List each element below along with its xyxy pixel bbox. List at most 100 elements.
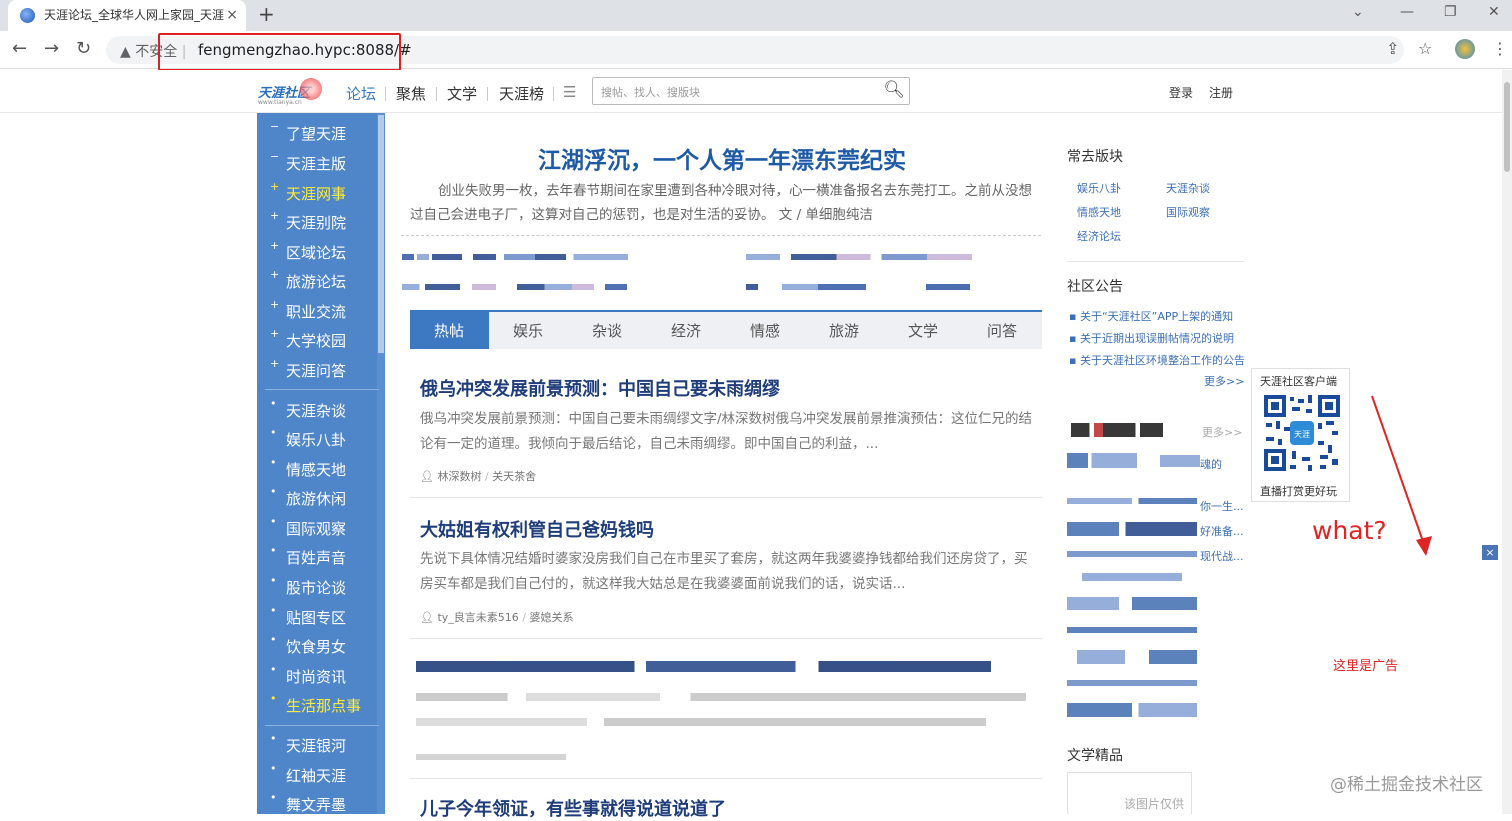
app-qr-widget[interactable]: 天涯社区客户端 天涯 直播打赏更好玩 (1251, 368, 1350, 502)
dashed-divider (401, 235, 1041, 236)
tab-search-chevron-icon[interactable]: ⌄ (1352, 4, 1364, 20)
article-title[interactable]: 大姑姐有权利管自己爸妈钱吗 (420, 516, 654, 542)
frequent-board-link[interactable]: 娱乐八卦 (1077, 180, 1121, 196)
sidebar-item-highlight[interactable]: + 天涯网事 (270, 180, 346, 204)
partial-link[interactable]: 好准备... (1200, 523, 1244, 539)
notice-more-link[interactable]: 更多>> (1204, 373, 1244, 389)
frequent-boards-title: 常去版块 (1067, 149, 1123, 165)
frequent-board-link[interactable]: 经济论坛 (1077, 228, 1121, 244)
sidebar-item[interactable]: • 红袖天涯 (270, 762, 347, 786)
nav-literature[interactable]: 文学 (447, 83, 477, 104)
tab-hot[interactable]: 热帖 (434, 320, 464, 341)
frequent-board-link[interactable]: 国际观察 (1166, 204, 1210, 220)
page-scrollbar[interactable] (1502, 70, 1512, 814)
article-author[interactable]: ty_良言未素516 (437, 611, 518, 624)
back-icon[interactable]: ← (12, 38, 27, 59)
browser-tab-bar: 天涯论坛_全球华人网上家园_天涯 × + ⌄ — ❐ ✕ (0, 0, 1512, 31)
minimize-icon[interactable]: — (1400, 4, 1414, 20)
scrollbar-thumb[interactable] (1504, 82, 1510, 172)
hamburger-menu-icon[interactable]: ☰ (563, 83, 576, 101)
register-link[interactable]: 注册 (1209, 84, 1233, 101)
more-link[interactable]: 更多>> (1202, 424, 1242, 440)
sidebar-item-highlight[interactable]: • 生活那点事 (270, 692, 361, 716)
sidebar-item[interactable]: • 国际观察 (270, 515, 347, 539)
sidebar-item[interactable]: + 天涯别院 (270, 209, 346, 233)
share-icon[interactable]: ⇪ (1386, 39, 1399, 58)
nav-focus[interactable]: 聚焦 (396, 83, 426, 104)
search-icon[interactable]: 🔍︎ (883, 80, 905, 100)
site-header: 天涯社区 www.tianya.cn 论坛 聚焦 文学 天涯榜 ☰ 搜帖、找人、… (0, 70, 1502, 113)
login-link[interactable]: 登录 (1169, 84, 1193, 101)
tab-qa[interactable]: 问答 (987, 320, 1017, 341)
sidebar-item[interactable]: • 饮食男女 (270, 633, 346, 657)
sidebar-item[interactable]: + 区域论坛 (270, 239, 346, 263)
notice-item[interactable]: ▪ 关于近期出现误删帖情况的说明 (1069, 330, 1244, 346)
sidebar-item[interactable]: + 大学校园 (270, 327, 346, 351)
sidebar-item-label: 国际观察 (286, 520, 347, 538)
sidebar-item[interactable]: • 股市论谈 (270, 574, 346, 598)
tab-travel[interactable]: 旅游 (829, 320, 859, 341)
partial-link[interactable]: 你一生... (1200, 498, 1244, 514)
sidebar-item[interactable]: • 情感天地 (270, 456, 347, 480)
notice-item[interactable]: ▪ 关于“天涯社区”APP上架的通知 (1069, 308, 1244, 324)
article-title[interactable]: 俄乌冲突发展前景预测：中国自己要未雨绸缪 (420, 375, 780, 401)
featured-lead: 创业失败男一枚，去年春节期间在家里遭到各种冷眼对待，心一横准备报名去东莞打工。之… (410, 183, 1032, 223)
browser-tab[interactable]: 天涯论坛_全球华人网上家园_天涯 × (8, 0, 246, 31)
sidebar-item[interactable]: • 旅游休闲 (270, 485, 346, 509)
sidebar-item-label: 天涯杂谈 (286, 402, 347, 420)
tab-entertainment[interactable]: 娱乐 (513, 320, 543, 341)
site-logo[interactable]: 天涯社区 www.tianya.cn (258, 78, 322, 106)
sidebar-item[interactable]: • 舞文弄墨 (270, 791, 347, 815)
search-input[interactable]: 搜帖、找人、搜版块 🔍︎ (592, 77, 910, 105)
ad-label: 这里是广告 (1333, 659, 1399, 674)
sidebar-item[interactable]: • 贴图专区 (270, 604, 346, 628)
sidebar-scrollbar[interactable] (378, 115, 384, 353)
sidebar-item[interactable]: − 了望天涯 (270, 120, 346, 144)
sidebar-item[interactable]: • 百姓声音 (270, 544, 346, 568)
tab-economy[interactable]: 经济 (671, 320, 701, 341)
partial-link[interactable]: 魂的 (1200, 456, 1222, 472)
close-window-icon[interactable]: ✕ (1488, 4, 1500, 20)
qr-title: 天涯社区客户端 (1260, 375, 1337, 388)
sidebar-item-label: 舞文弄墨 (286, 796, 347, 814)
sidebar-item[interactable]: + 旅游论坛 (270, 268, 347, 292)
ad-close-button[interactable]: × (1482, 545, 1498, 560)
sidebar-item[interactable]: + 天涯问答 (270, 357, 346, 381)
sidebar-item[interactable]: + 职业交流 (270, 298, 346, 322)
profile-avatar[interactable] (1455, 39, 1475, 59)
menu-kebab-icon[interactable]: ⋮ (1492, 39, 1508, 58)
article-title[interactable]: 儿子今年领证，有些事就得说道说道了 (420, 795, 726, 821)
nav-forum[interactable]: 论坛 (346, 83, 376, 104)
nav-divider (487, 87, 488, 101)
sidebar-item[interactable]: − 天涯主版 (270, 150, 346, 174)
sidebar-item[interactable]: • 天涯杂谈 (270, 397, 347, 421)
bookmark-star-icon[interactable]: ☆ (1418, 39, 1432, 58)
featured-headline[interactable]: 江湖浮沉，一个人第一年漂东莞纪实 (538, 141, 906, 175)
notice-item[interactable]: ▪ 关于天涯社区环境整治工作的公告 (1069, 352, 1244, 368)
sidebar-item-label: 旅游论坛 (286, 273, 347, 291)
article-board[interactable]: 关天茶舍 (492, 470, 536, 483)
maximize-icon[interactable]: ❐ (1444, 4, 1457, 20)
qr-caption: 直播打赏更好玩 (1260, 485, 1337, 498)
sidebar-item-label: 情感天地 (286, 461, 347, 479)
sidebar-item-label: 红袖天涯 (286, 767, 347, 785)
frequent-board-link[interactable]: 天涯杂谈 (1166, 180, 1210, 196)
article-summary: 俄乌冲突发展前景预测：中国自己要未雨绸缪文字/林深数树俄乌冲突发展前景推演预估：… (420, 411, 1033, 452)
tab-emotion[interactable]: 情感 (750, 320, 780, 341)
sidebar-item[interactable]: • 娱乐八卦 (270, 426, 346, 450)
article-author[interactable]: 林深数树 (437, 470, 481, 483)
article-summary: 先说下具体情况结婚时婆家没房我们自己在市里买了套房，就这两年我婆婆挣钱都给我们还… (420, 551, 1028, 592)
reload-icon[interactable]: ↻ (76, 38, 91, 59)
forward-icon[interactable]: → (44, 38, 59, 59)
literature-image-box[interactable]: 该图片仅供 (1067, 772, 1192, 814)
frequent-board-link[interactable]: 情感天地 (1077, 204, 1121, 220)
new-tab-button[interactable]: + (258, 2, 275, 26)
qr-code-icon: 天涯 (1262, 393, 1342, 473)
sidebar-item[interactable]: • 时尚资讯 (270, 663, 346, 687)
nav-ranking[interactable]: 天涯榜 (499, 83, 544, 104)
sidebar-item[interactable]: • 天涯银河 (270, 732, 346, 756)
article-board[interactable]: 婆媳关系 (530, 611, 574, 624)
tab-misc[interactable]: 杂谈 (592, 320, 622, 341)
tab-close-icon[interactable]: × (226, 0, 238, 31)
tab-literature[interactable]: 文学 (908, 320, 938, 341)
